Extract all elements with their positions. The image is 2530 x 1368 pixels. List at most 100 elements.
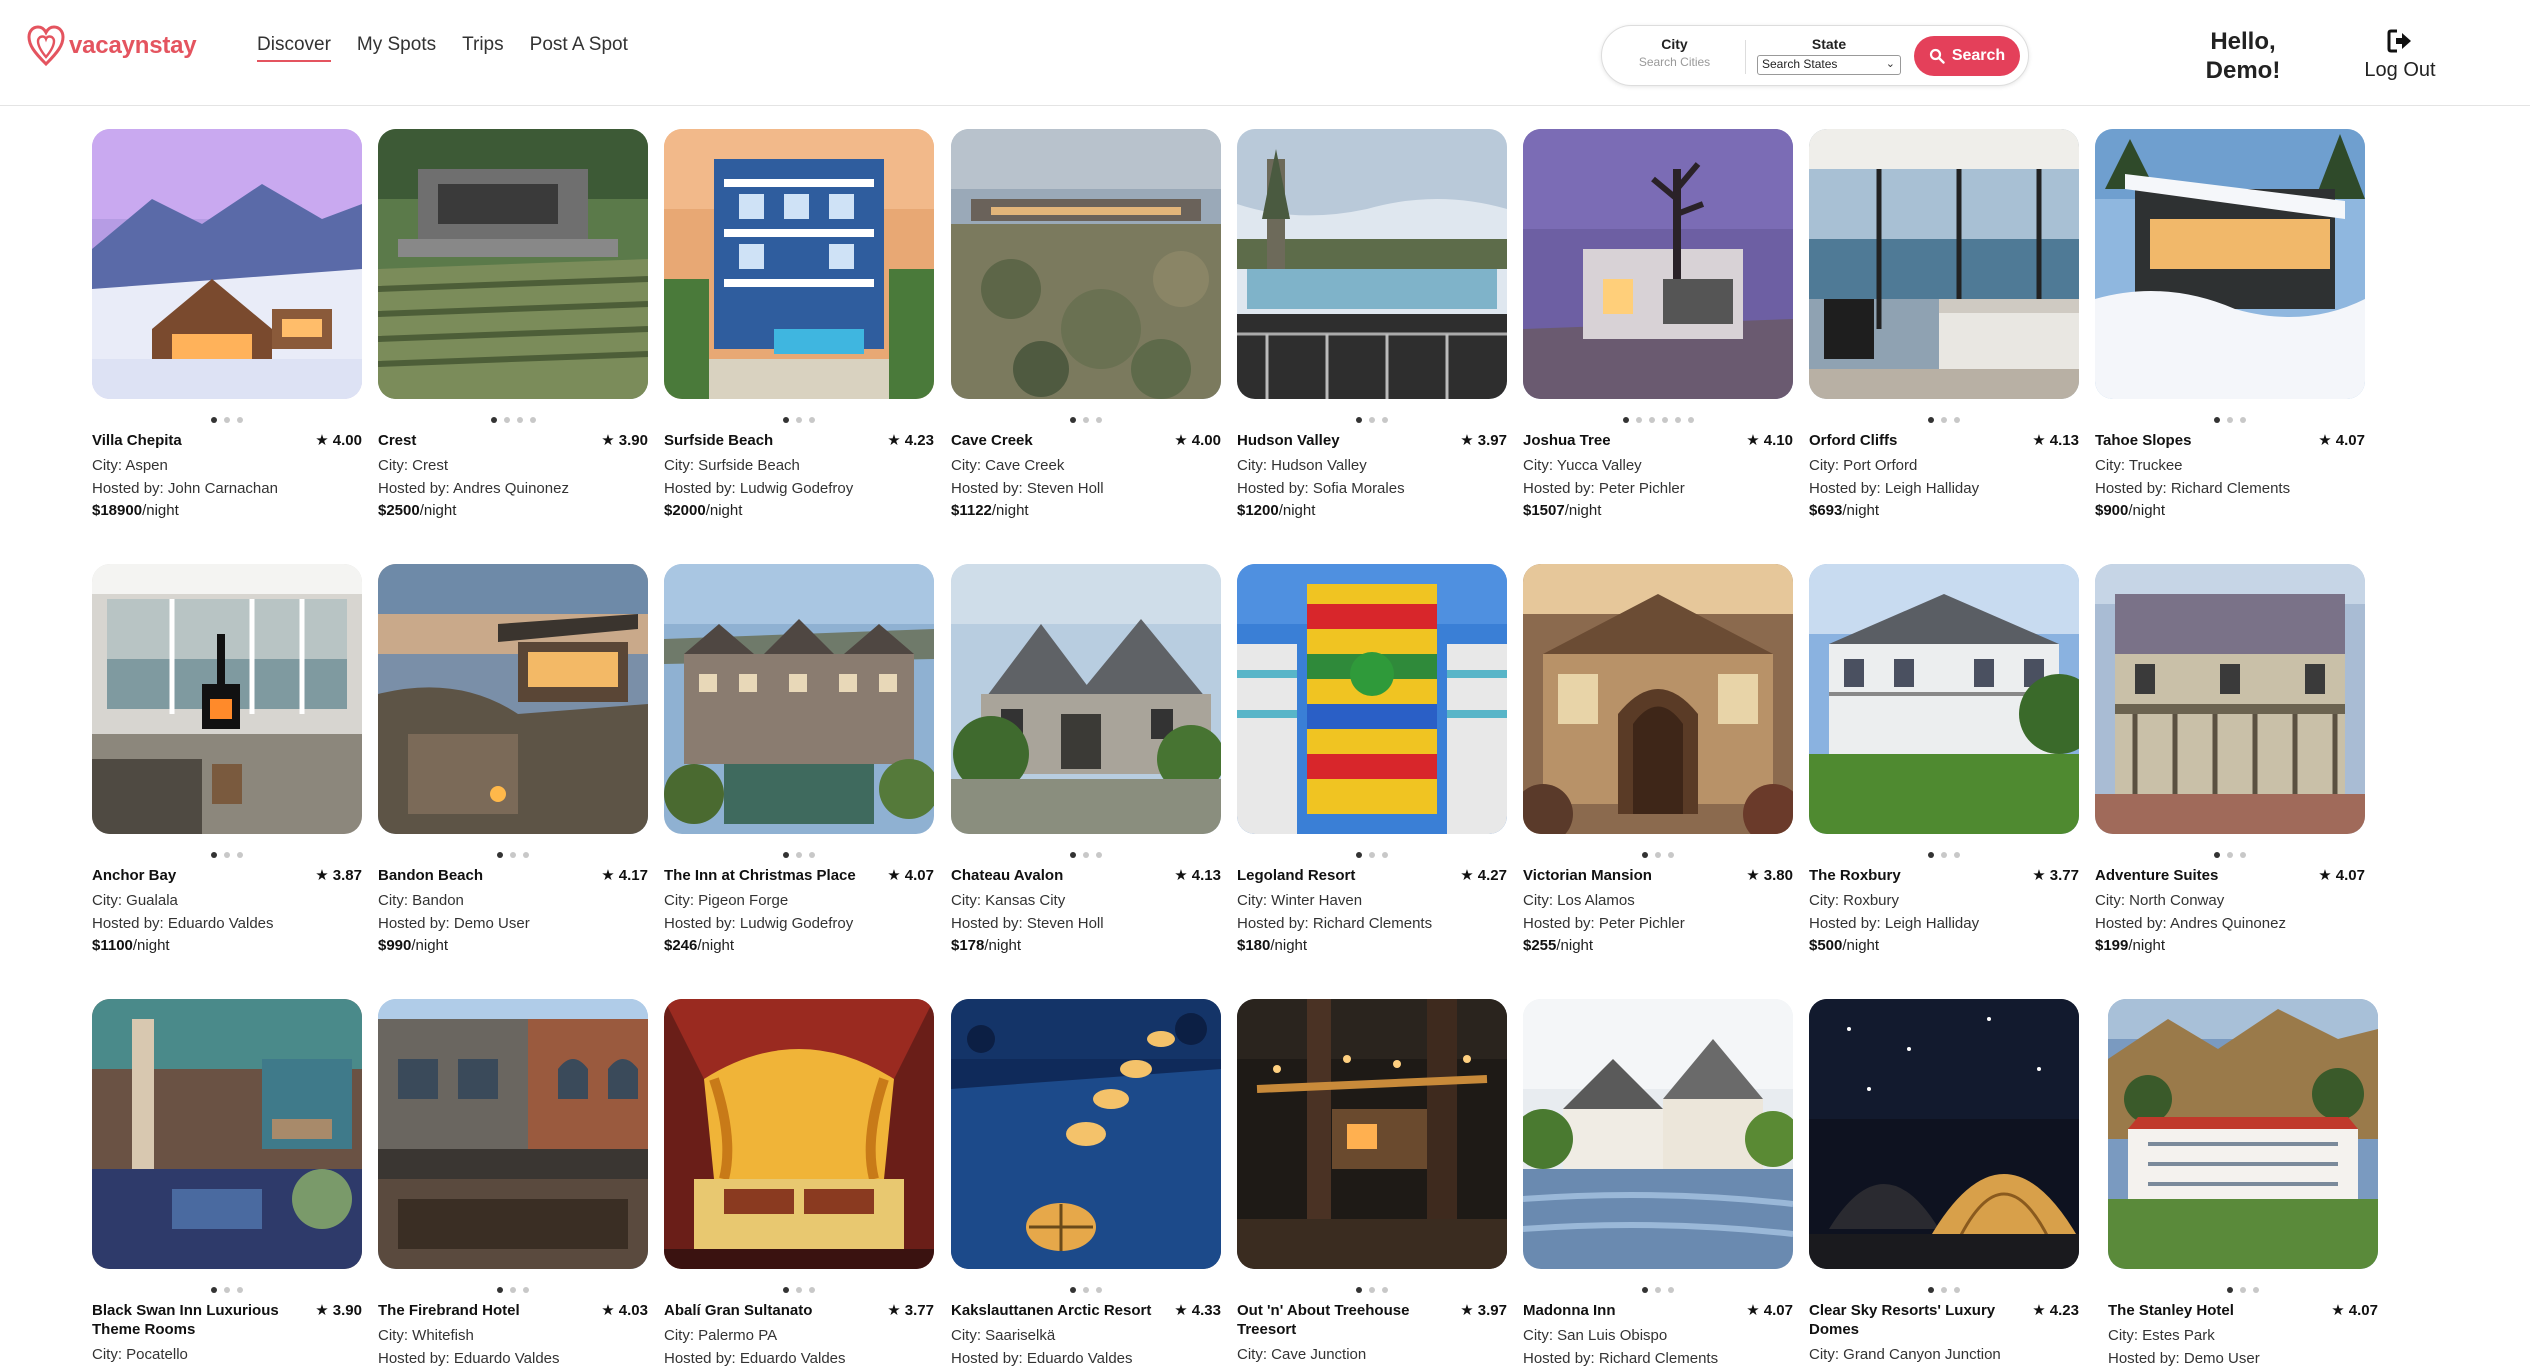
carousel-dot[interactable] xyxy=(2227,1287,2233,1293)
listing-card[interactable]: The Firebrand Hotel ★ 4.03 City: Whitefish… xyxy=(378,999,648,1368)
listing-card[interactable]: Villa Chepita ★ 4.00 City: Aspen Hosted by:… xyxy=(92,129,362,520)
carousel-dot[interactable] xyxy=(1096,852,1102,858)
carousel-dot[interactable] xyxy=(237,852,243,858)
carousel-dot[interactable] xyxy=(2214,417,2220,423)
listing-card[interactable]: Chateau Avalon ★ 4.13 City: Kansas City Hos… xyxy=(951,564,1221,955)
listing-card[interactable]: Adventure Suites ★ 4.07 City: North Conway… xyxy=(2095,564,2365,955)
listing-card[interactable]: Black Swan Inn Luxurious Theme Rooms ★ 3.… xyxy=(92,999,362,1364)
nav-discover[interactable]: Discover xyxy=(257,34,331,62)
carousel-dot[interactable] xyxy=(1928,852,1934,858)
listing-photo[interactable] xyxy=(664,564,934,834)
search-button[interactable]: Search xyxy=(1914,36,2020,76)
listing-photo[interactable] xyxy=(664,999,934,1269)
carousel-dot[interactable] xyxy=(1661,417,1668,423)
listing-photo[interactable] xyxy=(1809,999,2079,1269)
carousel-dot[interactable] xyxy=(523,1287,529,1293)
carousel-dot[interactable] xyxy=(2240,852,2246,858)
carousel-dot[interactable] xyxy=(1954,852,1960,858)
nav-my-spots[interactable]: My Spots xyxy=(357,34,436,62)
carousel-dot[interactable] xyxy=(1070,1287,1076,1293)
listing-card[interactable]: Cave Creek ★ 4.00 City: Cave Creek Hosted b… xyxy=(951,129,1221,520)
listing-photo[interactable] xyxy=(1523,129,1793,399)
carousel-dot[interactable] xyxy=(237,1287,243,1293)
listing-card[interactable]: Clear Sky Resorts' Luxury Domes ★ 4.23 Cit… xyxy=(1809,999,2079,1364)
listing-photo[interactable] xyxy=(1809,564,2079,834)
listing-card[interactable]: Joshua Tree ★ 4.10 City: Yucca Valley Hoste… xyxy=(1523,129,1793,520)
carousel-dot[interactable] xyxy=(2214,852,2220,858)
carousel-dot[interactable] xyxy=(1622,417,1629,423)
listing-photo[interactable] xyxy=(2108,999,2378,1269)
carousel-dot[interactable] xyxy=(1642,852,1648,858)
carousel-dot[interactable] xyxy=(796,1287,802,1293)
carousel-dot[interactable] xyxy=(1655,852,1661,858)
listing-photo[interactable] xyxy=(92,129,362,399)
listing-photo[interactable] xyxy=(92,999,362,1269)
listing-photo[interactable] xyxy=(1809,129,2079,399)
carousel-dot[interactable] xyxy=(1941,1287,1947,1293)
carousel-dot[interactable] xyxy=(1648,417,1655,423)
listing-photo[interactable] xyxy=(1237,564,1507,834)
carousel-dot[interactable] xyxy=(1382,1287,1388,1293)
nav-post-a-spot[interactable]: Post A Spot xyxy=(530,34,628,62)
carousel-dot[interactable] xyxy=(1070,417,1076,423)
state-select[interactable]: Search States ⌄ xyxy=(1757,55,1901,75)
logout-button[interactable]: Log Out xyxy=(2356,28,2444,82)
listing-card[interactable]: Madonna Inn ★ 4.07 City: San Luis Obispo Ho… xyxy=(1523,999,1793,1368)
carousel-dot[interactable] xyxy=(224,852,230,858)
listing-card[interactable]: The Roxbury ★ 3.77 City: Roxbury Hosted by:… xyxy=(1809,564,2079,955)
listing-photo[interactable] xyxy=(378,999,648,1269)
carousel-dot[interactable] xyxy=(1674,417,1681,423)
carousel-dot[interactable] xyxy=(516,417,523,423)
carousel-dot[interactable] xyxy=(503,417,510,423)
carousel-dot[interactable] xyxy=(1096,417,1102,423)
carousel-dot[interactable] xyxy=(1356,852,1362,858)
carousel-dot[interactable] xyxy=(1642,1287,1648,1293)
listing-photo[interactable] xyxy=(664,129,934,399)
carousel-dot[interactable] xyxy=(224,417,230,423)
carousel-dot[interactable] xyxy=(1928,1287,1934,1293)
carousel-dot[interactable] xyxy=(497,852,503,858)
listing-card[interactable]: Crest ★ 3.90 City: Crest Hosted by: Andres … xyxy=(378,129,648,520)
carousel-dot[interactable] xyxy=(2227,852,2233,858)
carousel-dot[interactable] xyxy=(809,852,815,858)
carousel-dot[interactable] xyxy=(1382,852,1388,858)
listing-photo[interactable] xyxy=(378,129,648,399)
carousel-dot[interactable] xyxy=(1668,1287,1674,1293)
listing-card[interactable]: Orford Cliffs ★ 4.13 City: Port Orford Host… xyxy=(1809,129,2079,520)
carousel-dot[interactable] xyxy=(1369,852,1375,858)
carousel-dot[interactable] xyxy=(1687,417,1694,423)
carousel-dot[interactable] xyxy=(510,1287,516,1293)
carousel-dot[interactable] xyxy=(1928,417,1934,423)
listing-card[interactable]: Hudson Valley ★ 3.97 City: Hudson Valley Ho… xyxy=(1237,129,1507,520)
carousel-dot[interactable] xyxy=(796,852,802,858)
carousel-dot[interactable] xyxy=(2227,417,2233,423)
carousel-dot[interactable] xyxy=(529,417,536,423)
listing-card[interactable]: Kakslauttanen Arctic Resort ★ 4.33 City: S… xyxy=(951,999,1221,1368)
listing-card[interactable]: Tahoe Slopes ★ 4.07 City: Truckee Hosted by… xyxy=(2095,129,2365,520)
carousel-dot[interactable] xyxy=(1356,1287,1362,1293)
carousel-dot[interactable] xyxy=(783,417,789,423)
listing-photo[interactable] xyxy=(378,564,648,834)
listing-card[interactable]: Legoland Resort ★ 4.27 City: Winter Haven H… xyxy=(1237,564,1507,955)
carousel-dot[interactable] xyxy=(237,417,243,423)
carousel-dot[interactable] xyxy=(2240,417,2246,423)
carousel-dot[interactable] xyxy=(1083,417,1089,423)
carousel-dot[interactable] xyxy=(1941,852,1947,858)
carousel-dot[interactable] xyxy=(809,1287,815,1293)
carousel-dot[interactable] xyxy=(1668,852,1674,858)
listing-photo[interactable] xyxy=(1523,999,1793,1269)
carousel-dot[interactable] xyxy=(211,852,217,858)
listing-card[interactable]: The Stanley Hotel ★ 4.07 City: Estes Park H… xyxy=(2108,999,2378,1368)
carousel-dot[interactable] xyxy=(1083,1287,1089,1293)
listing-card[interactable]: Surfside Beach ★ 4.23 City: Surfside Beach… xyxy=(664,129,934,520)
listing-card[interactable]: Out 'n' About Treehouse Treesort ★ 3.97 Ci… xyxy=(1237,999,1507,1364)
carousel-dot[interactable] xyxy=(224,1287,230,1293)
carousel-dot[interactable] xyxy=(1083,852,1089,858)
listing-card[interactable]: Victorian Mansion ★ 3.80 City: Los Alamos H… xyxy=(1523,564,1793,955)
carousel-dot[interactable] xyxy=(1070,852,1076,858)
listing-photo[interactable] xyxy=(1523,564,1793,834)
listing-photo[interactable] xyxy=(951,999,1221,1269)
brand-logo[interactable]: vacaynstay xyxy=(26,24,197,68)
carousel-dot[interactable] xyxy=(211,417,217,423)
listing-photo[interactable] xyxy=(951,564,1221,834)
